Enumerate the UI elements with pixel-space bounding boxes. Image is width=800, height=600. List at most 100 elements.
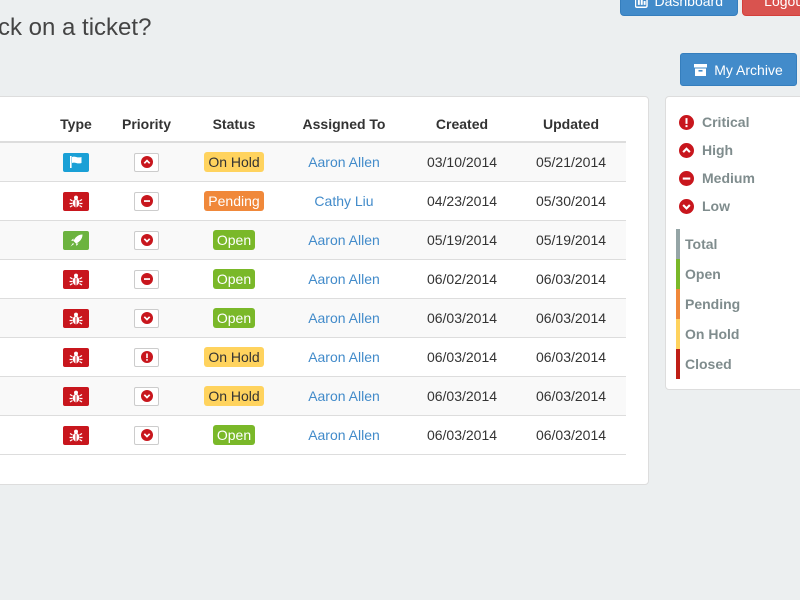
legend-priority-label: High [702,142,734,158]
logout-button[interactable]: Logout [742,0,800,16]
priority-indicator [134,230,159,250]
updated-date: 06/03/2014 [535,349,607,365]
legend-status-label: Closed [685,356,732,372]
status-badge: Open [212,269,256,289]
legend-status-label: On Hold [685,326,740,342]
assigned-to-link[interactable]: Aaron Allen [308,271,380,287]
chevron-down-icon [140,429,153,441]
chevron-down-icon [678,198,694,214]
column-header-type[interactable]: Type [51,116,101,132]
updated-date: 06/03/2014 [535,271,607,287]
assigned-to-link[interactable]: Aaron Allen [308,232,380,248]
table-row[interactable]: On Hold Aaron Allen 06/03/2014 06/03/2014 [0,338,626,377]
updated-date: 05/19/2014 [535,232,607,248]
updated-date: 05/21/2014 [535,154,607,170]
legend-panel: Critical High Medium Low Total Open Pending On… [665,96,800,390]
logout-label: Logout [764,0,800,9]
legend-priority-medium: Medium [678,169,755,187]
bug-icon [63,347,89,367]
chevron-up-icon [140,156,153,168]
column-header-status[interactable]: Status [191,116,277,132]
dashboard-icon [635,0,648,8]
priority-indicator [134,386,159,406]
created-date: 03/10/2014 [426,154,498,170]
status-badge: Open [212,230,256,250]
created-date: 06/03/2014 [426,427,498,443]
chevron-down-icon [140,234,153,246]
legend-priority-low: Low [678,197,730,215]
legend-status-closed[interactable]: Closed [676,349,732,379]
assigned-to-link[interactable]: Aaron Allen [308,427,380,443]
rocket-icon [63,230,89,250]
legend-status-label: Open [685,266,721,282]
legend-status-label: Total [685,236,718,252]
chevron-down-icon [140,390,153,402]
minus-icon [140,195,153,207]
status-badge: Open [212,425,256,445]
status-badge: Pending [204,191,264,211]
priority-indicator [134,308,159,328]
legend-status-label: Pending [685,296,741,312]
legend-priority-label: Critical [702,114,750,130]
assigned-to-link[interactable]: Aaron Allen [308,154,380,170]
flag-icon [63,152,89,172]
legend-priority-high: High [678,141,733,159]
legend-status-open[interactable]: Open [676,259,721,289]
dashboard-label: Dashboard [654,0,724,9]
bug-icon [63,425,89,445]
created-date: 06/03/2014 [426,349,498,365]
assigned-to-link[interactable]: Aaron Allen [308,388,380,404]
legend-status-total[interactable]: Total [676,229,717,259]
bug-icon [63,308,89,328]
table-row[interactable]: ePendingCathy Liu04/23/201405/30/2014 [0,182,626,221]
legend-priority-label: Low [702,198,730,214]
tickets-panel: Type Priority Status Assigned To Created… [0,96,649,485]
created-date: 06/03/2014 [426,310,498,326]
created-date: 06/02/2014 [426,271,498,287]
assigned-to-link[interactable]: Cathy Liu [314,193,373,209]
updated-date: 06/03/2014 [535,310,607,326]
assigned-to-link[interactable]: Aaron Allen [308,349,380,365]
chevron-down-icon [140,312,153,324]
minus-icon [140,273,153,285]
my-archive-label: My Archive [714,61,783,78]
bug-icon [63,269,89,289]
table-row[interactable]: Open Aaron Allen 06/02/2014 06/03/2014 [0,260,626,299]
status-badge: On Hold [204,386,264,406]
priority-indicator [134,425,159,445]
my-archive-button[interactable]: My Archive [680,53,797,86]
table-row[interactable]: Open Aaron Allen 06/03/2014 06/03/2014 [0,416,626,455]
created-date: 05/19/2014 [426,232,498,248]
column-header-assigned-to[interactable]: Assigned To [284,116,404,132]
priority-indicator [134,191,159,211]
updated-date: 05/30/2014 [535,193,607,209]
column-header-updated[interactable]: Updated [521,116,621,132]
dashboard-button[interactable]: Dashboard [620,0,738,16]
legend-status-pending[interactable]: Pending [676,289,740,319]
chevron-up-icon [678,142,694,158]
exclamation-icon [678,114,694,130]
status-badge: Open [212,308,256,328]
column-header-priority[interactable]: Priority [111,116,182,132]
column-header-created[interactable]: Created [411,116,513,132]
created-date: 04/23/2014 [426,193,498,209]
exclamation-icon [140,351,153,363]
table-header: Type Priority Status Assigned To Created… [0,97,626,143]
table-row[interactable]: Open Aaron Allen 06/03/2014 06/03/2014 [0,299,626,338]
table-row[interactable]: On Hold Aaron Allen 06/03/2014 06/03/2014 [0,377,626,416]
legend-status-on-hold[interactable]: On Hold [676,319,739,349]
status-badge: On Hold [204,152,264,172]
updated-date: 06/03/2014 [535,388,607,404]
priority-indicator [134,152,159,172]
assigned-to-link[interactable]: Aaron Allen [308,310,380,326]
bug-icon [63,191,89,211]
page-title: ck on a ticket? [0,14,152,41]
priority-indicator [134,269,159,289]
minus-icon [678,170,694,186]
priority-indicator [134,347,159,367]
legend-priority-label: Medium [702,170,755,186]
created-date: 06/03/2014 [426,388,498,404]
updated-date: 06/03/2014 [535,427,607,443]
table-row[interactable]: On Hold Aaron Allen 03/10/2014 05/21/2014 [0,143,626,182]
table-row[interactable]: Open Aaron Allen 05/19/2014 05/19/2014 [0,221,626,260]
